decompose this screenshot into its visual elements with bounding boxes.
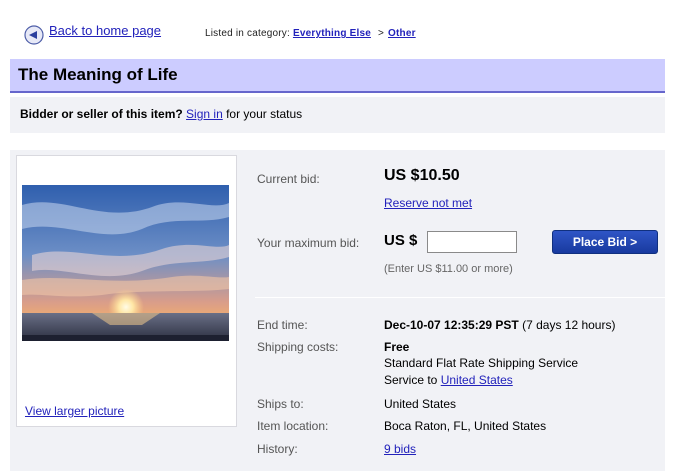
- shipping-costs-value: Free: [384, 340, 410, 354]
- item-title: The Meaning of Life: [18, 65, 178, 84]
- item-photo[interactable]: [22, 185, 229, 341]
- bidder-status-bar: Bidder or seller of this item? Sign in f…: [10, 97, 665, 133]
- top-navigation: Back to home page Listed in category: Ev…: [0, 0, 673, 58]
- end-time-date: Dec-10-07 12:35:29 PST: [384, 318, 519, 332]
- current-bid-label: Current bid:: [257, 172, 320, 186]
- service-to: Service to United States: [384, 373, 513, 387]
- end-time-value: Dec-10-07 12:35:29 PST (7 days 12 hours): [384, 318, 615, 332]
- shipping-service: Standard Flat Rate Shipping Service: [384, 356, 579, 370]
- breadcrumb-separator: >: [377, 28, 385, 39]
- max-bid-currency: US $: [384, 232, 418, 249]
- service-to-united-states-link[interactable]: United States: [441, 373, 513, 387]
- bid-hint: (Enter US $11.00 or more): [384, 263, 513, 275]
- service-to-label: Service to: [384, 373, 438, 387]
- place-bid-button[interactable]: Place Bid >: [552, 230, 658, 254]
- back-to-home-link[interactable]: Back to home page: [49, 23, 161, 38]
- end-time-label: End time:: [257, 318, 308, 332]
- max-bid-input[interactable]: [427, 231, 517, 253]
- bidder-status-text: Bidder or seller of this item? Sign in f…: [20, 107, 302, 121]
- ships-to-label: Ships to:: [257, 397, 304, 411]
- section-divider: [255, 297, 665, 298]
- max-bid-label: Your maximum bid:: [257, 236, 360, 250]
- history-label: History:: [257, 442, 298, 456]
- item-location-label: Item location:: [257, 419, 329, 433]
- bid-history-link[interactable]: 9 bids: [384, 442, 416, 456]
- category-breadcrumb: Listed in category: Everything Else > Oth…: [205, 28, 416, 39]
- category-link-everything-else[interactable]: Everything Else: [293, 28, 371, 39]
- category-link-other[interactable]: Other: [388, 28, 416, 39]
- shipping-costs-label: Shipping costs:: [257, 340, 339, 354]
- current-bid-value: US $10.50: [384, 167, 460, 184]
- listed-prefix: Listed in category:: [205, 28, 290, 39]
- item-title-bar: The Meaning of Life: [10, 59, 665, 93]
- end-time-remaining: (7 days 12 hours): [522, 318, 616, 332]
- sign-in-link[interactable]: Sign in: [186, 107, 223, 121]
- bidder-question: Bidder or seller of this item?: [20, 107, 183, 121]
- back-arrow-icon[interactable]: [24, 25, 44, 45]
- item-location-value: Boca Raton, FL, United States: [384, 419, 547, 433]
- ships-to-value: United States: [384, 397, 457, 411]
- view-larger-picture-link[interactable]: View larger picture: [25, 404, 124, 418]
- reserve-not-met-link[interactable]: Reserve not met: [384, 196, 472, 210]
- status-suffix: for your status: [226, 107, 303, 121]
